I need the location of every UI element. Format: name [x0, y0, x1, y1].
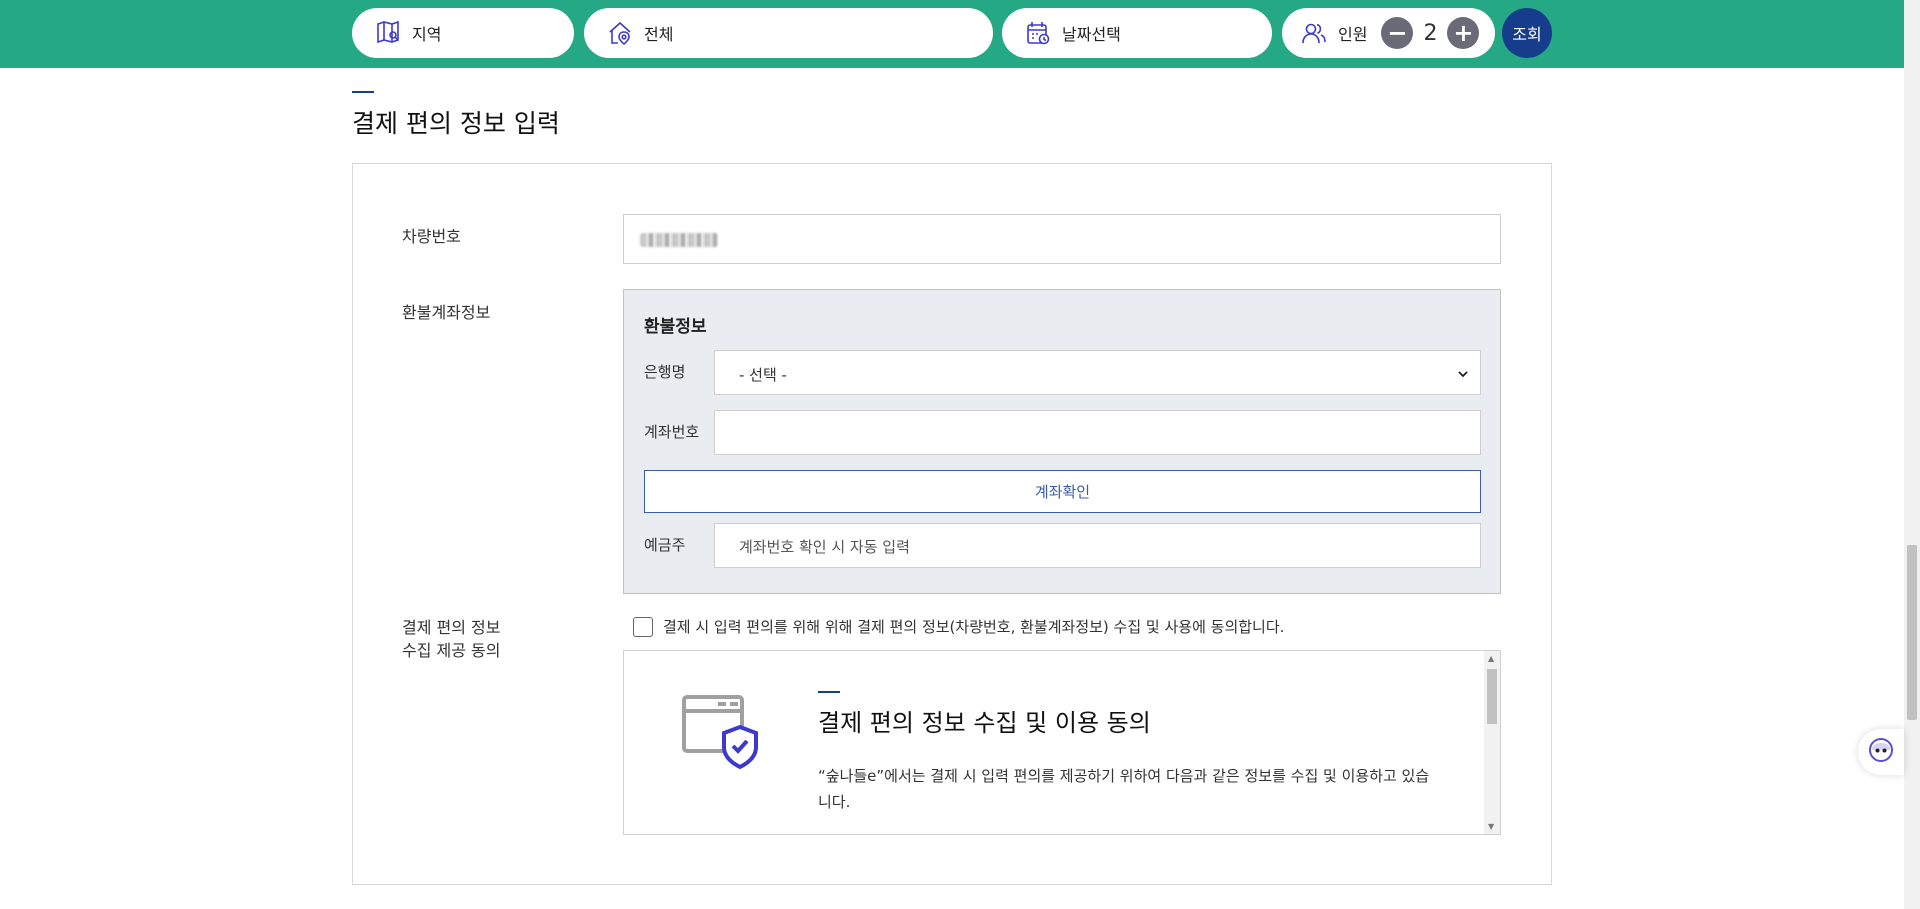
consent-scroll-box[interactable]: 결제 편의 정보 수집 및 이용 동의 “숲나들e”에서는 결제 시 입력 편의… — [623, 650, 1501, 835]
chatbot-icon — [1868, 737, 1894, 767]
bank-name-label: 은행명 — [644, 363, 686, 381]
bank-select-value: - 선택 - — [739, 366, 787, 384]
agree-text: 결제 시 입력 편의를 위해 위해 결제 편의 정보(차량번호, 환불계좌정보)… — [663, 618, 1285, 636]
calendar-icon — [1024, 19, 1052, 47]
people-label: 인원 — [1338, 25, 1368, 44]
agree-row: 결제 시 입력 편의를 위해 위해 결제 편의 정보(차량번호, 환불계좌정보)… — [633, 616, 1284, 637]
car-number-input[interactable] — [623, 214, 1501, 264]
page-scrollbar[interactable] — [1904, 0, 1920, 909]
people-count: 2 — [1423, 20, 1438, 46]
consent-scroll-thumb[interactable] — [1487, 669, 1497, 724]
account-holder-label: 예금주 — [644, 536, 686, 554]
section-accent-line — [352, 91, 374, 93]
consent-title: 결제 편의 정보 수집 및 이용 동의 — [818, 709, 1151, 737]
map-icon — [374, 19, 402, 47]
consent-label-line1: 결제 편의 정보 — [402, 618, 501, 637]
page: 지역 전체 날짜선택 인원 − 2 + 조회 결제 편의 정보 입력 차량번호 … — [0, 0, 1920, 909]
masked-car-number — [640, 233, 718, 247]
home-location-icon — [606, 19, 634, 47]
date-selector[interactable]: 날짜선택 — [1002, 8, 1272, 58]
decrease-people-button[interactable]: − — [1381, 17, 1414, 49]
search-bar: 지역 전체 날짜선택 인원 − 2 + 조회 — [0, 0, 1904, 68]
chatbot-button[interactable] — [1858, 729, 1904, 775]
consent-scrollbar[interactable]: ▲ ▼ — [1484, 651, 1500, 834]
people-selector: 인원 − 2 + — [1282, 8, 1495, 58]
car-number-label: 차량번호 — [402, 227, 461, 246]
consent-label: 결제 편의 정보 수집 제공 동의 — [402, 616, 501, 662]
refund-info-title: 환불정보 — [644, 317, 707, 337]
scroll-down-icon[interactable]: ▼ — [1488, 822, 1494, 831]
region-label: 지역 — [412, 25, 442, 44]
all-label: 전체 — [644, 25, 674, 44]
bank-select[interactable]: - 선택 - — [714, 350, 1481, 395]
account-number-label: 계좌번호 — [644, 423, 700, 441]
consent-accent-line — [818, 691, 840, 693]
consent-label-line2: 수집 제공 동의 — [402, 641, 501, 660]
refund-account-label: 환불계좌정보 — [402, 303, 491, 322]
agree-checkbox[interactable] — [633, 616, 653, 637]
consent-text: “숲나들e”에서는 결제 시 입력 편의를 제공하기 위하여 다음과 같은 정보… — [818, 767, 1430, 811]
page-scroll-thumb[interactable] — [1907, 545, 1917, 720]
account-holder-placeholder: 계좌번호 확인 시 자동 입력 — [739, 538, 910, 556]
account-number-input[interactable] — [714, 410, 1481, 455]
chevron-down-icon — [1456, 366, 1470, 380]
account-holder-input[interactable]: 계좌번호 확인 시 자동 입력 — [714, 523, 1481, 568]
facility-selector[interactable]: 전체 — [584, 8, 993, 58]
people-icon — [1300, 19, 1328, 47]
search-button[interactable]: 조회 — [1502, 8, 1552, 58]
region-selector[interactable]: 지역 — [352, 8, 574, 58]
scroll-up-icon[interactable]: ▲ — [1488, 654, 1494, 663]
account-confirm-button[interactable]: 계좌확인 — [644, 470, 1481, 513]
privacy-shield-icon — [682, 695, 762, 771]
refund-info-box: 환불정보 은행명 - 선택 - 계좌번호 계좌확인 예금주 계좌번호 확인 시 … — [623, 289, 1501, 594]
section-title: 결제 편의 정보 입력 — [352, 109, 560, 138]
date-label: 날짜선택 — [1062, 25, 1121, 44]
increase-people-button[interactable]: + — [1447, 17, 1480, 49]
